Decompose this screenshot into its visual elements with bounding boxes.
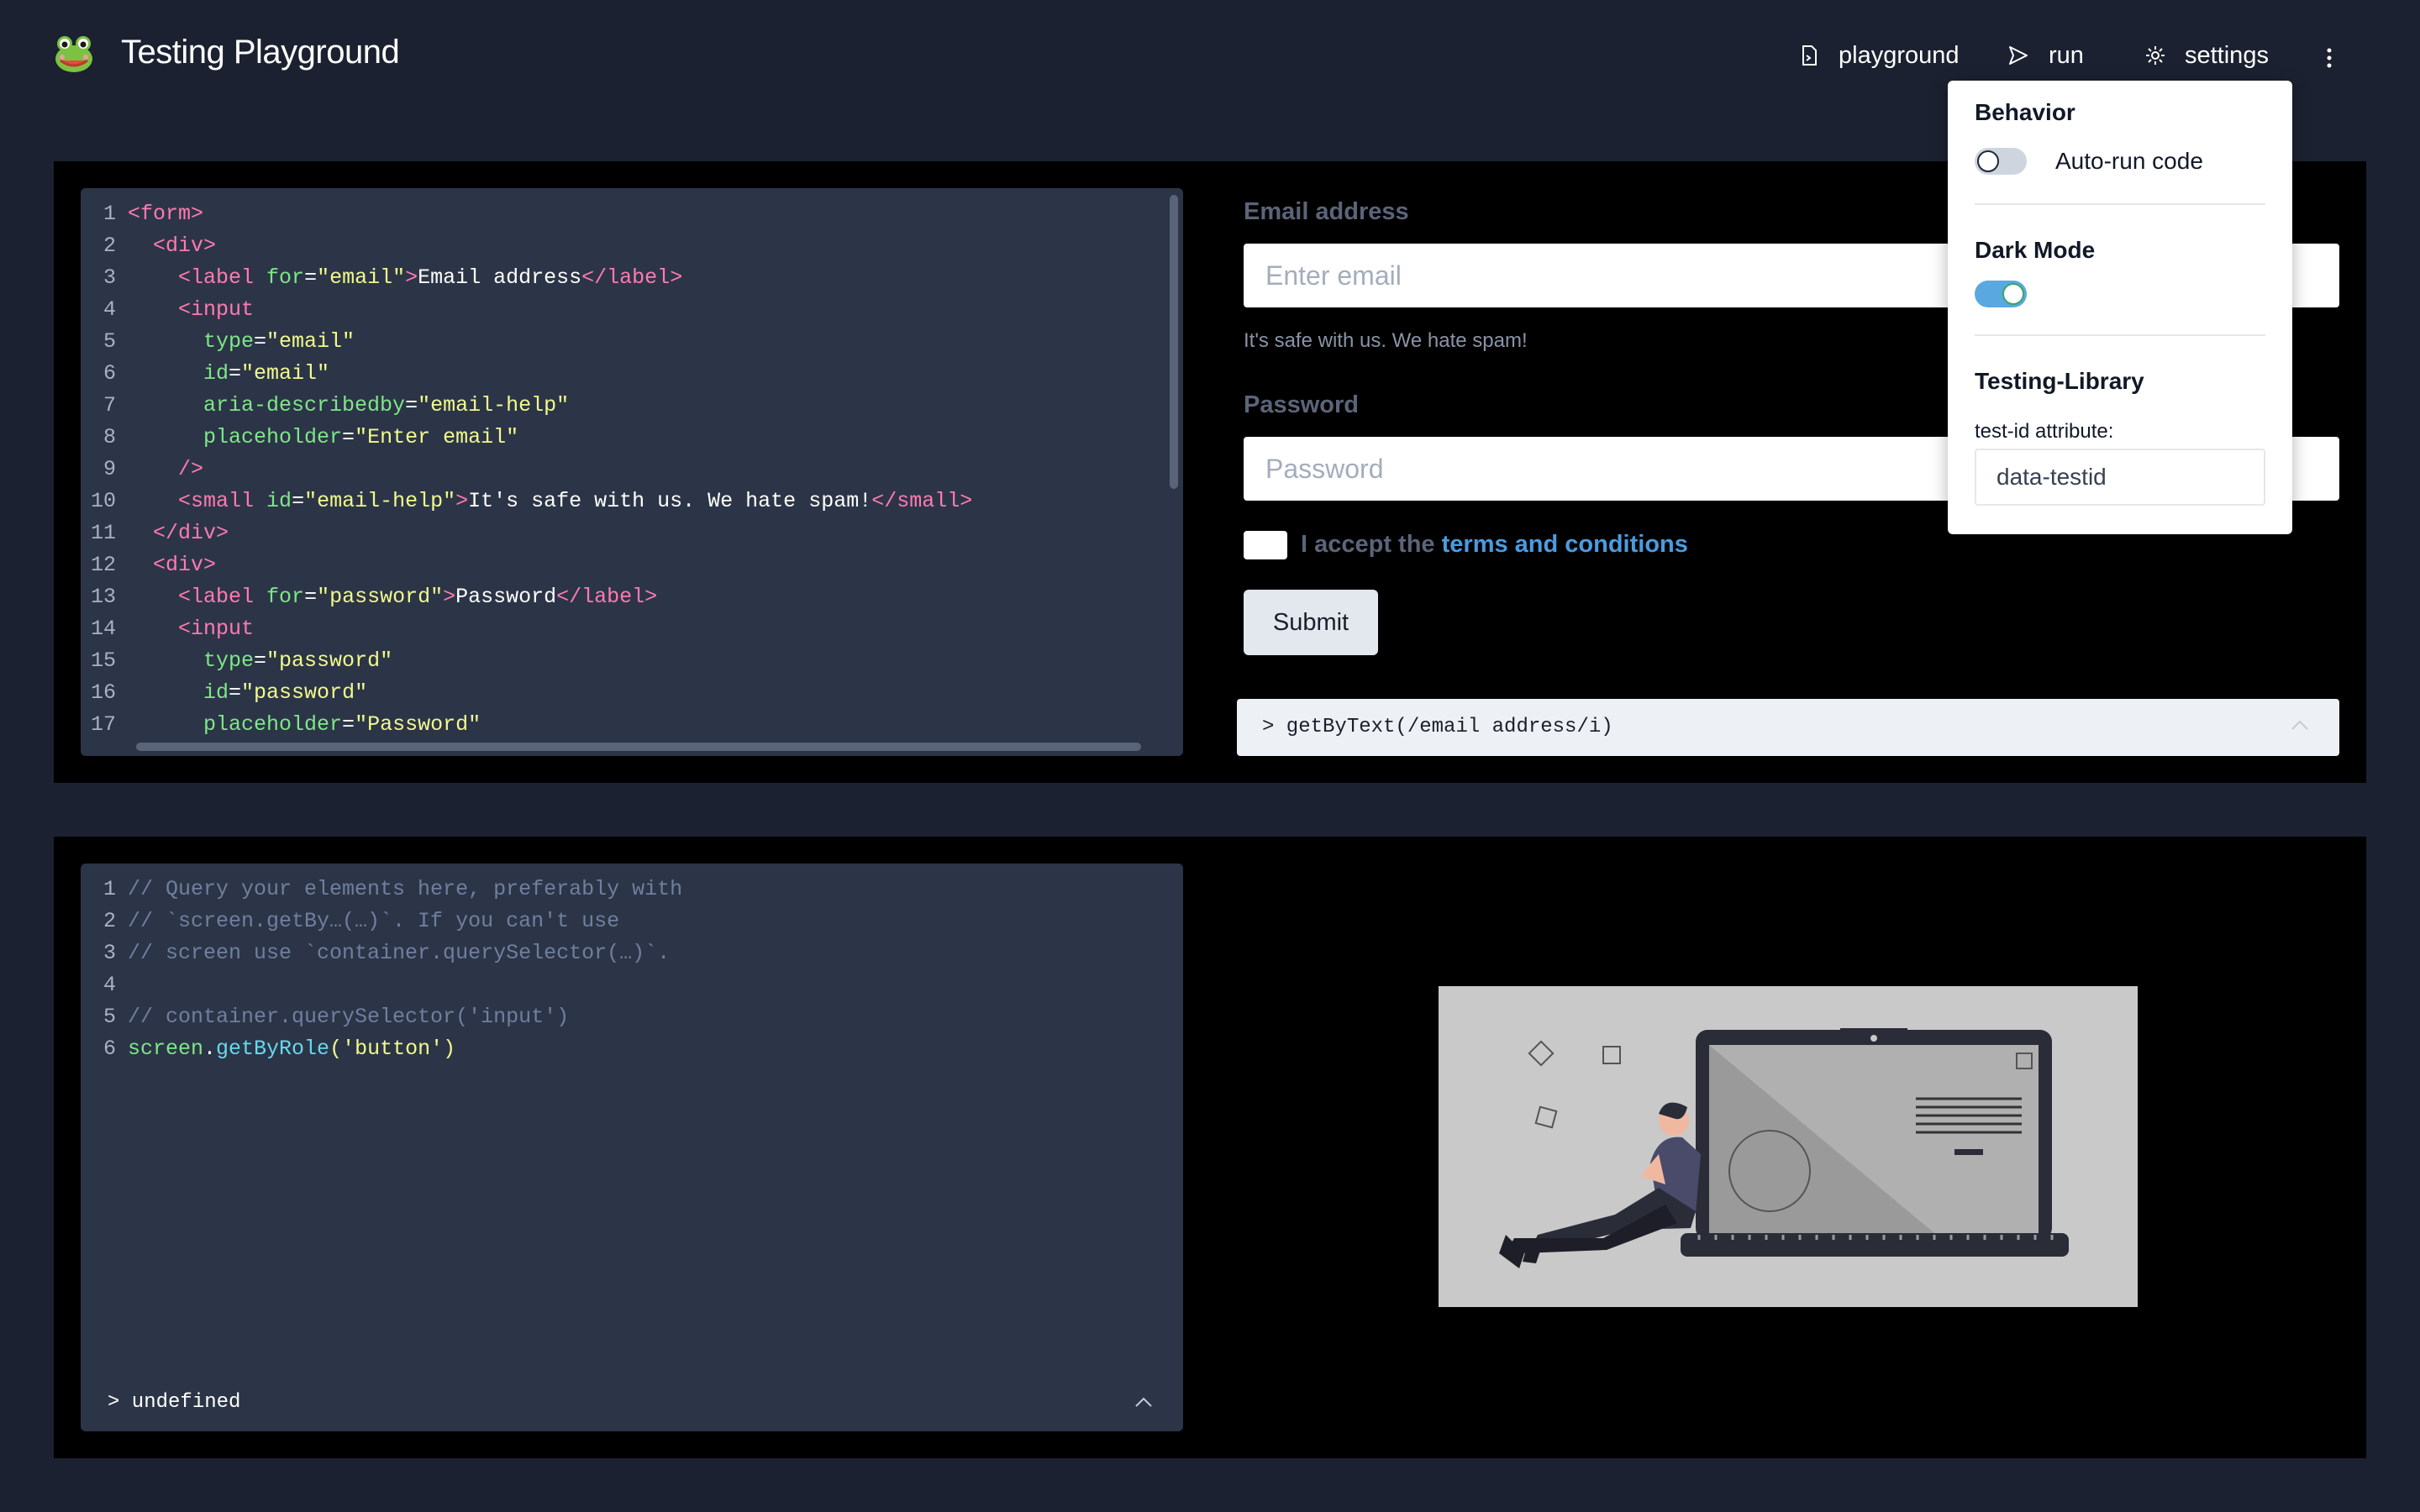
divider <box>1975 203 2265 205</box>
send-icon <box>2009 46 2028 65</box>
terms-link[interactable]: terms and conditions <box>1442 531 1688 558</box>
gear-icon <box>2146 46 2165 65</box>
auto-run-label: Auto-run code <box>2055 148 2203 174</box>
code-line: 1 <form> <box>103 202 204 226</box>
chevron-up-icon[interactable] <box>2291 719 2309 731</box>
code-line: 2// `screen.getBy…(…)`. If you can't use <box>103 909 620 933</box>
code-line: 3// screen use `container.querySelector(… <box>103 941 671 965</box>
nav-playground-link[interactable]: playground <box>1798 39 1960 72</box>
code-line: 15 type="password" <box>90 648 393 673</box>
code-line: 13 <label for="password">Password</label… <box>90 585 658 609</box>
nav-run-label: run <box>2049 41 2084 69</box>
nav-settings-button[interactable]: settings <box>2144 39 2269 72</box>
code-line: 1// Query your elements here, preferably… <box>103 877 683 901</box>
submit-button[interactable]: Submit <box>1244 590 1378 655</box>
behavior-heading: Behavior <box>1975 99 2075 125</box>
query-panel: 1// Query your elements here, preferably… <box>54 837 2366 1458</box>
code-line: 6 id="email" <box>103 361 330 386</box>
code-line: 9 /> <box>103 457 204 481</box>
console-output-text: > undefined <box>108 1391 241 1414</box>
code-line: 2 <div> <box>103 234 217 258</box>
app-title: Testing Playground <box>121 34 400 71</box>
toggle-knob <box>2002 283 2024 305</box>
code-line: 6 screen.getByRole('button') <box>103 1037 456 1061</box>
toggle-knob <box>1977 150 1999 172</box>
code-line: 4 <box>103 973 116 997</box>
playground-icon <box>1802 45 1817 66</box>
terms-checkbox[interactable] <box>1244 531 1287 559</box>
nav-playground-label: playground <box>1839 41 1960 69</box>
query-editor[interactable]: 1// Query your elements here, preferably… <box>81 864 1183 1431</box>
chevron-up-icon[interactable] <box>1134 1396 1153 1408</box>
vertical-scrollbar[interactable] <box>1170 195 1178 489</box>
code-line: 4 <input <box>103 297 255 322</box>
password-label: Password <box>1244 391 1359 418</box>
empty-state-illustration <box>1439 986 2138 1307</box>
code-line: 8 placeholder="Enter email" <box>103 425 519 449</box>
frog-logo-icon[interactable] <box>52 32 96 76</box>
dark-mode-heading: Dark Mode <box>1975 237 2096 263</box>
test-id-label: test-id attribute: <box>1975 420 2114 443</box>
dark-mode-toggle[interactable] <box>1975 281 2027 307</box>
code-line: 12 <div> <box>90 553 217 577</box>
markup-editor[interactable]: 1 <form> 2 <div> 3 <label for="email">Ema… <box>81 188 1183 756</box>
terms-label: I accept the terms and conditions <box>1301 531 1688 559</box>
horizontal-scrollbar[interactable] <box>136 743 1141 751</box>
code-line: 11 </div> <box>90 521 229 545</box>
email-help-text: It's safe with us. We hate spam! <box>1244 329 1528 352</box>
email-label: Email address <box>1244 198 1409 225</box>
console-output[interactable]: > undefined <box>81 1374 1183 1431</box>
testing-library-heading: Testing-Library <box>1975 368 2144 394</box>
divider <box>1975 334 2265 336</box>
query-result-bar[interactable]: > getByText(/email address/i) <box>1237 699 2339 756</box>
more-menu-icon[interactable] <box>2319 40 2339 74</box>
code-line: 7 aria-describedby="email-help" <box>103 393 570 417</box>
test-id-input[interactable]: data-testid <box>1975 449 2265 506</box>
code-line: 5 type="email" <box>103 329 355 354</box>
code-line: 5// container.querySelector('input') <box>103 1005 570 1029</box>
auto-run-toggle[interactable] <box>1975 148 2027 175</box>
nav-settings-label: settings <box>2185 41 2269 69</box>
code-line: 10 <small id="email-help">It's safe with… <box>90 489 973 513</box>
code-line: 17 placeholder="Password" <box>90 712 481 737</box>
settings-popover: Behavior Auto-run code Dark Mode Testing… <box>1948 81 2292 534</box>
code-line: 14 <input <box>90 617 255 641</box>
nav-run-button[interactable]: run <box>2007 39 2084 72</box>
code-line: 3 <label for="email">Email address</labe… <box>103 265 683 290</box>
code-line: 16 id="password" <box>90 680 368 705</box>
query-result-text: > getByText(/email address/i) <box>1262 716 1613 738</box>
terms-prefix: I accept the <box>1301 531 1442 558</box>
